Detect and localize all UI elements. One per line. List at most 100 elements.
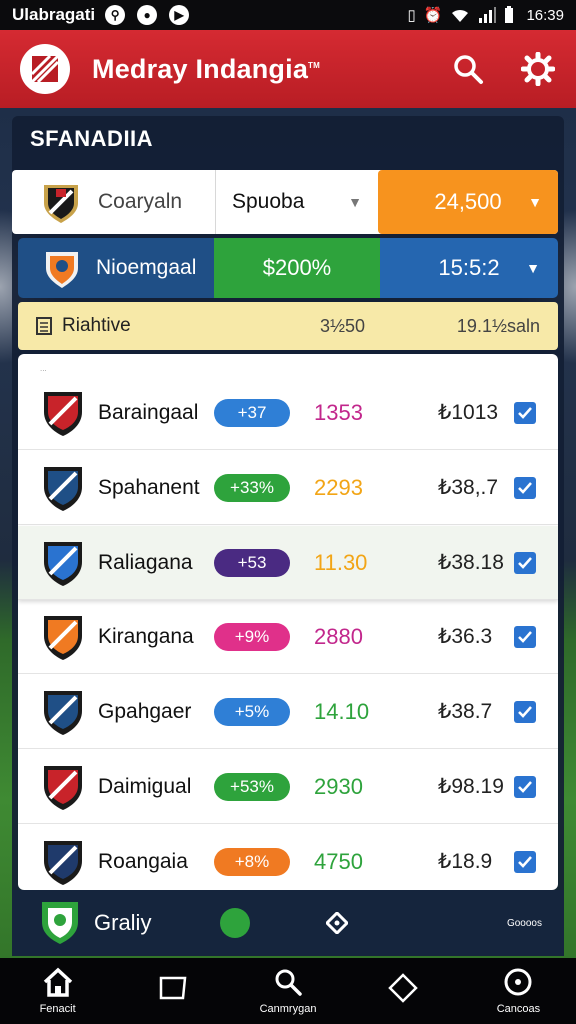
checkbox[interactable] — [514, 775, 536, 798]
diamond-icon — [388, 973, 418, 1003]
status-bar: Ulabragati ⚲ ● ▶ ▯ ⏰ 16:39 — [0, 0, 576, 30]
summary-row[interactable]: Riahtive 3½50 19.1½saln — [18, 302, 558, 350]
checkbox[interactable] — [514, 850, 536, 873]
team-crest-icon — [44, 185, 78, 223]
featured-row[interactable]: Nioemgaal $200% 15:5:2 ▼ — [18, 238, 558, 298]
alarm-icon: ⏰ — [423, 7, 443, 24]
nav-tab-circle[interactable]: Cancoas — [461, 958, 576, 1024]
team-name: Kirangana — [98, 624, 194, 648]
list-item[interactable]: Roangaia +8% 4750 ₺18.9 — [18, 825, 558, 890]
checkmark-icon — [518, 705, 532, 718]
search-button[interactable] — [450, 51, 486, 87]
featured-team: Nioemgaal — [18, 238, 214, 298]
change-badge: +9% — [214, 622, 290, 651]
summary-extra: 19.1½saln — [456, 315, 540, 336]
checkbox[interactable] — [514, 476, 536, 499]
list-item[interactable]: Raliagana +53 11.30 ₺38.18 — [18, 526, 558, 600]
bottom-nav: Fenacit Canmrygan Cancoas — [0, 958, 576, 1024]
team-crest-icon — [44, 765, 82, 810]
team-stat: 2293 — [314, 474, 363, 500]
nav-tab-label: Cancoas — [496, 1003, 541, 1015]
team-crest-icon — [44, 541, 82, 586]
diamond-icon[interactable] — [326, 912, 348, 934]
checkmark-icon — [518, 556, 532, 569]
team-crest-icon — [44, 466, 82, 511]
team-name: Raliagana — [98, 550, 193, 574]
selector-team-name: Coaryaln — [98, 190, 183, 213]
team-name: Spahanent — [98, 475, 200, 499]
chevron-down-icon: ▼ — [528, 194, 542, 210]
checkmark-icon — [518, 481, 532, 494]
checkmark-icon — [518, 780, 532, 793]
list-item[interactable]: Baraingaal +37 1353 ₺1013 — [18, 376, 558, 450]
app-title: Medray IndangiaTM — [92, 53, 320, 84]
checkbox[interactable] — [514, 625, 536, 648]
vpn-icon: ⚲ — [105, 5, 126, 25]
footer-bar: Graliy Goooos — [12, 890, 564, 956]
change-badge: +8% — [214, 847, 290, 876]
circle-icon — [504, 968, 532, 996]
selector-row: Coaryaln Spuoba ▼ 24,500 ▼ — [12, 170, 558, 234]
signal-icon — [479, 7, 497, 23]
team-crest-icon — [44, 690, 82, 735]
featured-team-name: Nioemgaal — [96, 256, 197, 279]
search-icon — [454, 55, 483, 84]
footer-label: Graliy — [94, 910, 152, 935]
nav-tab-square[interactable] — [115, 958, 230, 1024]
team-crest-icon — [44, 615, 82, 660]
nav-tab-home[interactable]: Fenacit — [0, 958, 115, 1024]
league-select-value: Spuoba — [232, 190, 305, 213]
team-name: Roangaia — [98, 849, 188, 873]
change-badge: +53 — [214, 548, 290, 577]
list-item[interactable]: Kirangana +9% 2880 ₺36.3 — [18, 600, 558, 674]
checkbox[interactable] — [514, 401, 536, 424]
checkbox[interactable] — [514, 700, 536, 723]
nav-tab-label: Canmrygan — [259, 1003, 317, 1015]
team-name: Gpahgaer — [98, 699, 192, 723]
team-price: ₺1013 — [438, 401, 499, 424]
list-icon — [36, 317, 52, 335]
settings-button[interactable] — [520, 51, 556, 87]
summary-value: 3½50 — [320, 315, 366, 336]
team-crest-icon — [42, 902, 78, 944]
team-stat: 2930 — [314, 773, 363, 799]
app-bar: Medray IndangiaTM — [0, 30, 576, 108]
team-crest-icon — [44, 391, 82, 436]
list-item[interactable]: Daimigual +53% 2930 ₺98.19 — [18, 750, 558, 824]
checkmark-icon — [518, 630, 532, 643]
team-stat: 1353 — [314, 399, 363, 425]
list-item[interactable]: Spahanent +33% 2293 ₺38,.7 — [18, 451, 558, 525]
team-name: Baraingaal — [98, 400, 199, 424]
carrier-label: Ulabragati — [12, 5, 96, 24]
nav-tab-label: Fenacit — [39, 1003, 76, 1015]
amount-dropdown[interactable]: 24,500 ▼ — [378, 170, 558, 234]
list-caption: ... — [40, 364, 47, 373]
team-stat: 11.30 — [314, 549, 368, 575]
team-stat: 2880 — [314, 623, 363, 649]
summary-label: Riahtive — [62, 315, 131, 336]
list-item[interactable]: Gpahgaer +5% 14.10 ₺38.7 — [18, 675, 558, 749]
app-logo[interactable] — [20, 44, 70, 94]
chevron-down-icon: ▼ — [348, 194, 362, 210]
chevron-down-icon: ▼ — [526, 260, 540, 276]
team-stat: 4750 — [314, 848, 363, 874]
selector-team[interactable]: Coaryaln — [12, 170, 216, 234]
team-price: ₺98.19 — [438, 775, 504, 798]
home-icon — [43, 967, 72, 997]
nav-tab-search[interactable]: Canmrygan — [230, 958, 345, 1024]
change-badge: +5% — [214, 697, 290, 726]
status-dot-icon[interactable] — [220, 908, 250, 938]
play-icon: ▶ — [169, 5, 190, 25]
team-price: ₺38.7 — [438, 700, 493, 723]
square-icon — [159, 976, 187, 1000]
checkmark-icon — [518, 855, 532, 868]
nav-tab-diamond[interactable] — [346, 958, 461, 1024]
gear-icon — [521, 52, 555, 86]
team-price: ₺38,.7 — [438, 476, 499, 499]
checkbox[interactable] — [514, 551, 536, 574]
wifi-icon — [452, 9, 469, 22]
team-crest-icon — [44, 840, 82, 885]
battery-icon — [505, 6, 514, 23]
team-stat: 14.10 — [314, 698, 370, 724]
league-select[interactable]: Spuoba ▼ — [216, 170, 378, 234]
